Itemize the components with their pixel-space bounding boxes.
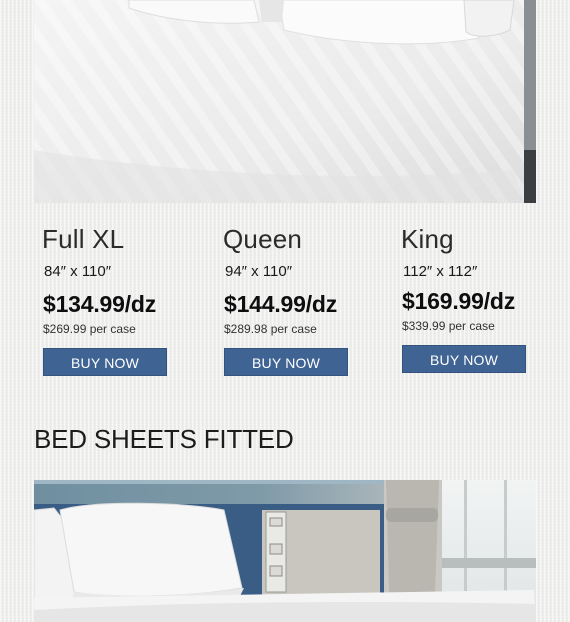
section-title: BED SHEETS FITTED bbox=[34, 424, 294, 454]
product-size: 94″ x 110″ bbox=[225, 263, 293, 280]
bed-sheets-image bbox=[34, 0, 536, 203]
product-size: 112″ x 112″ bbox=[403, 263, 478, 280]
product-price: $134.99/dz bbox=[43, 291, 157, 317]
buy-now-button-queen[interactable]: BUY NOW bbox=[224, 348, 348, 376]
product-case-price: $339.99 per case bbox=[402, 319, 495, 333]
product-price: $169.99/dz bbox=[402, 288, 516, 314]
product-name: King bbox=[401, 224, 454, 254]
product-price: $144.99/dz bbox=[224, 291, 338, 317]
product-size: 84″ x 110″ bbox=[44, 263, 112, 280]
product-card-king: King 112″ x 112″ $169.99/dz $339.99 per … bbox=[401, 224, 570, 373]
product-case-price: $269.99 per case bbox=[43, 322, 136, 336]
hotel-bed-photo bbox=[34, 480, 536, 622]
buy-now-button-full-xl[interactable]: BUY NOW bbox=[43, 348, 167, 376]
bed-sheets-photo bbox=[34, 0, 536, 203]
buy-now-button-king[interactable]: BUY NOW bbox=[402, 345, 526, 373]
product-card-full-xl: Full XL 84″ x 110″ $134.99/dz $269.99 pe… bbox=[42, 224, 223, 376]
product-card-queen: Queen 94″ x 110″ $144.99/dz $289.98 per … bbox=[223, 224, 404, 376]
hotel-bed-image bbox=[34, 480, 536, 622]
product-name: Queen bbox=[223, 224, 303, 254]
product-case-price: $289.98 per case bbox=[224, 322, 317, 336]
product-name: Full XL bbox=[42, 224, 125, 254]
